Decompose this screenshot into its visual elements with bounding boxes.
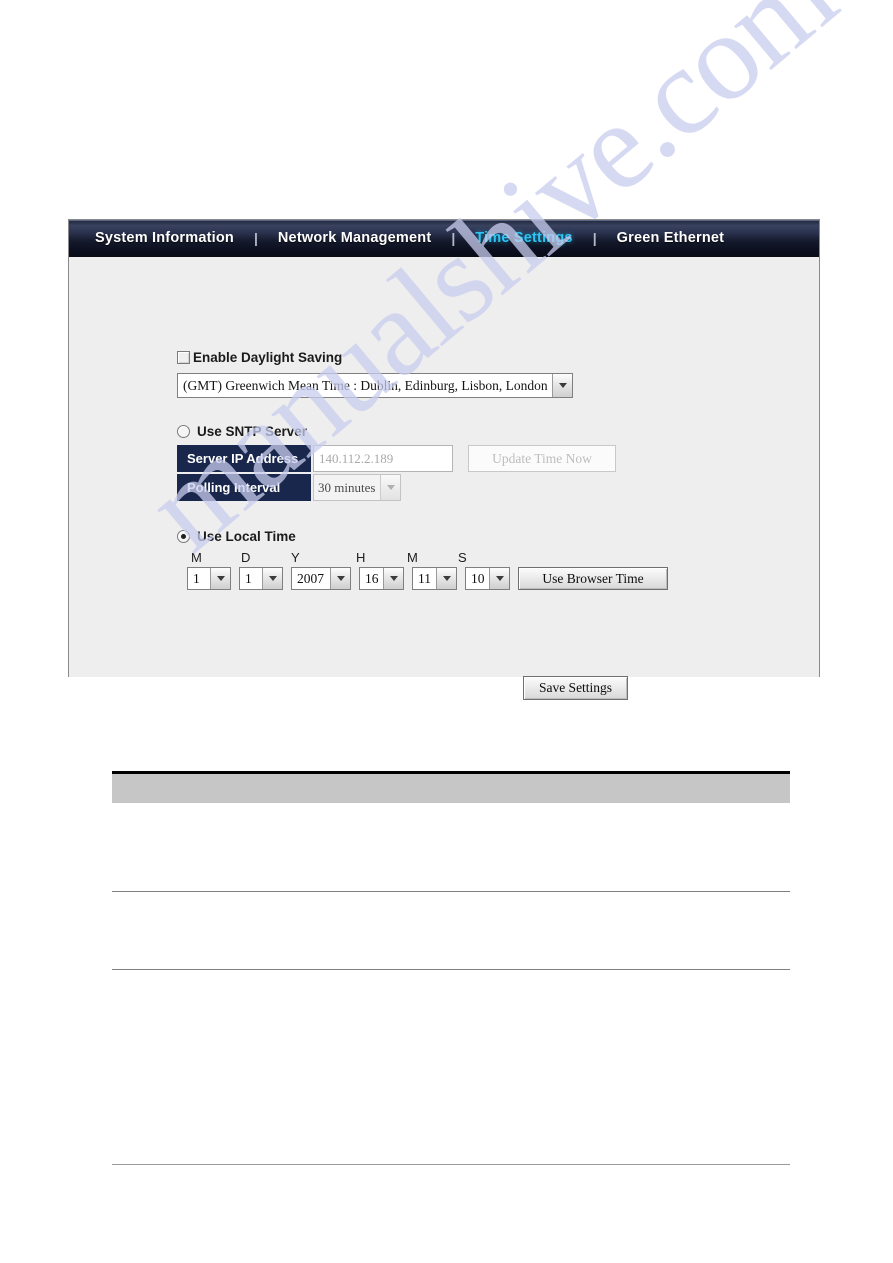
label-minute: M <box>407 550 418 565</box>
hour-select-value: 16 <box>365 570 379 586</box>
enable-daylight-saving-label: Enable Daylight Saving <box>193 350 343 365</box>
table-row <box>112 892 790 970</box>
label-day: D <box>241 550 251 565</box>
server-ip-address-input[interactable]: 140.112.2.189 <box>313 445 453 472</box>
server-ip-row: Server IP Address 140.112.2.189 Update T… <box>177 445 777 472</box>
second-select-value: 10 <box>471 570 485 586</box>
chevron-down-icon[interactable] <box>380 475 400 500</box>
month-select-value: 1 <box>193 570 200 586</box>
label-month: M <box>191 550 202 565</box>
label-year: Y <box>291 550 300 565</box>
daylight-saving-row: Enable Daylight Saving <box>177 350 777 365</box>
save-settings-button[interactable]: Save Settings <box>523 676 628 700</box>
use-sntp-server-label: Use SNTP Server <box>197 424 308 439</box>
day-select-value: 1 <box>245 570 252 586</box>
datetime-column-labels: M D Y H M S <box>177 550 777 565</box>
device-config-panel: System Information | Network Management … <box>68 219 820 700</box>
nav-tab-time-settings[interactable]: Time Settings <box>475 230 572 246</box>
chevron-down-icon[interactable] <box>262 568 282 589</box>
local-time-block: Use Local Time M D Y H M S 1 1 2007 16 1… <box>177 529 777 590</box>
chevron-down-icon[interactable] <box>383 568 403 589</box>
server-ip-address-label: Server IP Address <box>177 445 311 472</box>
polling-interval-select[interactable]: 30 minutes <box>313 474 401 501</box>
year-select[interactable]: 2007 <box>291 567 351 590</box>
document-parameter-table <box>112 771 790 970</box>
chevron-down-icon[interactable] <box>552 374 572 397</box>
footer-divider <box>112 1164 790 1165</box>
nav-separator-3: | <box>592 230 597 246</box>
enable-daylight-saving-checkbox[interactable] <box>177 351 190 364</box>
table-row <box>112 804 790 892</box>
year-select-value: 2007 <box>297 570 324 586</box>
datetime-selects-row: 1 1 2007 16 11 10 Use Browser Time <box>177 567 777 590</box>
polling-interval-row: Polling Interval 30 minutes <box>177 474 777 501</box>
second-select[interactable]: 10 <box>465 567 510 590</box>
hour-select[interactable]: 16 <box>359 567 404 590</box>
timezone-select[interactable]: (GMT) Greenwich Mean Time : Dublin, Edin… <box>177 373 573 398</box>
nav-separator-1: | <box>253 230 258 246</box>
chevron-down-icon[interactable] <box>489 568 509 589</box>
minute-select[interactable]: 11 <box>412 567 457 590</box>
nav-tab-network-management[interactable]: Network Management <box>278 230 431 246</box>
use-browser-time-button[interactable]: Use Browser Time <box>518 567 668 590</box>
day-select[interactable]: 1 <box>239 567 283 590</box>
sntp-block: Use SNTP Server Server IP Address 140.11… <box>177 424 777 501</box>
month-select[interactable]: 1 <box>187 567 231 590</box>
label-hour: H <box>356 550 366 565</box>
polling-interval-label: Polling Interval <box>177 474 311 501</box>
chevron-down-icon[interactable] <box>436 568 456 589</box>
nav-tab-green-ethernet[interactable]: Green Ethernet <box>617 230 725 246</box>
use-sntp-server-row: Use SNTP Server <box>177 424 777 439</box>
label-second: S <box>458 550 467 565</box>
minute-select-value: 11 <box>418 570 431 586</box>
use-local-time-label: Use Local Time <box>197 529 296 544</box>
use-sntp-server-radio[interactable] <box>177 425 190 438</box>
use-local-time-radio[interactable] <box>177 530 190 543</box>
nav-separator-2: | <box>451 230 456 246</box>
chevron-down-icon[interactable] <box>210 568 230 589</box>
update-time-now-button[interactable]: Update Time Now <box>468 445 616 472</box>
panel-body: Enable Daylight Saving (GMT) Greenwich M… <box>69 257 819 700</box>
polling-interval-value: 30 minutes <box>318 479 376 495</box>
timezone-select-value: (GMT) Greenwich Mean Time : Dublin, Edin… <box>183 377 548 393</box>
use-local-time-row: Use Local Time <box>177 529 777 544</box>
chevron-down-icon[interactable] <box>330 568 350 589</box>
main-navigation-bar: System Information | Network Management … <box>69 220 819 257</box>
time-settings-form: Enable Daylight Saving (GMT) Greenwich M… <box>177 350 777 590</box>
table-header-row <box>112 774 790 804</box>
nav-tab-system-information[interactable]: System Information <box>95 230 234 246</box>
